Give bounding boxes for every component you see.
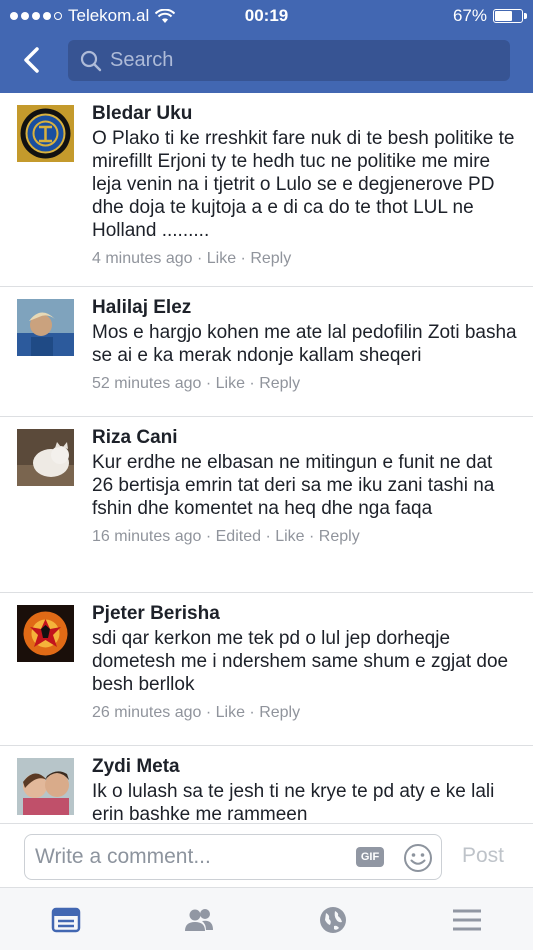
comment-time: 4 minutes ago [92, 250, 193, 267]
news-feed-icon [51, 907, 81, 933]
back-button[interactable] [14, 42, 50, 78]
children-photo-avatar [17, 758, 74, 815]
reply-link[interactable]: Reply [319, 528, 360, 545]
comment-author[interactable]: Zydi Meta [92, 756, 517, 778]
battery-icon [493, 9, 527, 23]
comment-meta: 4 minutes ago · Like · Reply [92, 250, 292, 267]
avatar[interactable] [17, 299, 74, 356]
chevron-left-icon [24, 47, 39, 73]
tab-menu[interactable] [451, 904, 483, 936]
cat-photo-avatar [17, 429, 74, 486]
comment-meta: 26 minutes ago · Like · Reply [92, 704, 301, 721]
inter-logo-avatar [17, 105, 74, 162]
comment-item: Zydi Meta Ik o lulash sa te jesh ti ne k… [0, 746, 533, 823]
comment-item: Riza Cani Kur erdhe ne elbasan ne miting… [0, 417, 533, 593]
comment-text: sdi qar kerkon me tek pd o lul jep dorhe… [92, 628, 509, 695]
status-right: 67% [452, 6, 527, 26]
search-bar[interactable] [68, 40, 510, 81]
comment-list: Bledar Uku O Plako ti ke rreshkit fare n… [0, 93, 533, 823]
comment-author[interactable]: Halilaj Elez [92, 297, 517, 319]
tab-notifications[interactable] [317, 904, 349, 936]
avatar[interactable] [17, 105, 74, 162]
reply-link[interactable]: Reply [250, 250, 291, 267]
eagle-emblem-avatar [17, 605, 74, 662]
comment-author[interactable]: Pjeter Berisha [92, 603, 517, 625]
tab-friends[interactable] [183, 904, 215, 936]
comment-item: Pjeter Berisha sdi qar kerkon me tek pd … [0, 593, 533, 746]
comment-composer: GIF Post [0, 823, 533, 887]
comment-author[interactable]: Riza Cani [92, 427, 517, 449]
reply-link[interactable]: Reply [259, 375, 300, 392]
bottom-tab-bar [0, 887, 533, 950]
globe-icon [320, 907, 346, 933]
comment-time: 16 minutes ago [92, 528, 202, 545]
comment-item: Bledar Uku O Plako ti ke rreshkit fare n… [0, 93, 533, 287]
avatar[interactable] [17, 758, 74, 815]
emoji-button[interactable] [403, 843, 433, 873]
menu-icon [453, 909, 481, 931]
comment-text: Kur erdhe ne elbasan ne mitingun e funit… [92, 452, 495, 519]
top-header: Telekom.al 00:19 67% [0, 0, 533, 93]
comment-time: 26 minutes ago [92, 704, 202, 721]
tab-news-feed[interactable] [50, 904, 82, 936]
comment-text: Ik o lulash sa te jesh ti ne krye te pd … [92, 781, 495, 823]
battery-percent: 67% [452, 6, 487, 25]
comment-input[interactable] [35, 843, 345, 871]
comment-item: Halilaj Elez Mos e hargjo kohen me ate l… [0, 287, 533, 417]
comment-meta: 52 minutes ago · Like · Reply [92, 375, 301, 392]
comment-time: 52 minutes ago [92, 375, 202, 392]
avatar[interactable] [17, 605, 74, 662]
comment-text: O Plako ti ke rreshkit fare nuk di te be… [92, 128, 515, 241]
friends-icon [185, 909, 213, 931]
comment-author[interactable]: Bledar Uku [92, 103, 517, 125]
like-link[interactable]: Like [207, 250, 236, 267]
comment-meta: 16 minutes ago · Edited · Like · Reply [92, 528, 360, 545]
post-button[interactable]: Post [462, 844, 504, 868]
gif-button[interactable]: GIF [356, 847, 384, 867]
avatar[interactable] [17, 429, 74, 486]
like-link[interactable]: Like [216, 375, 245, 392]
search-input[interactable] [110, 49, 490, 72]
profile-photo-avatar [17, 299, 74, 356]
comment-input-wrapper[interactable]: GIF [24, 834, 442, 880]
reply-link[interactable]: Reply [259, 704, 300, 721]
comment-text: Mos e hargjo kohen me ate lal pedofilin … [92, 322, 517, 366]
like-link[interactable]: Like [216, 704, 245, 721]
status-bar: Telekom.al 00:19 67% [0, 0, 533, 32]
smiley-icon [404, 844, 432, 872]
search-icon [80, 50, 102, 71]
like-link[interactable]: Like [275, 528, 304, 545]
edited-label: Edited [215, 528, 261, 545]
